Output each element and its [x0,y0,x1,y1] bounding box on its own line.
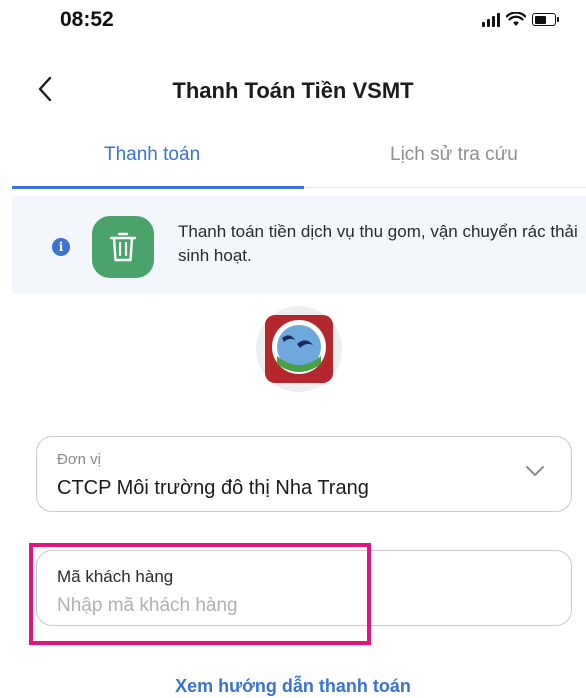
company-logo-emblem [265,315,333,383]
info-banner: i Thanh toán tiền dịch vụ thu gom, vận c… [12,196,586,294]
trash-tile [92,216,154,278]
info-icon: i [52,238,70,256]
trash-icon [109,232,137,262]
page-title: Thanh Toán Tiền VSMT [172,78,414,103]
tab-lookup-history[interactable]: Lịch sử tra cứu [390,144,518,166]
customer-code-field: Mã khách hàng [36,550,572,626]
status-bar: 08:52 [0,0,586,50]
active-tab-indicator [12,186,304,189]
tab-payment[interactable]: Thanh toán [104,144,200,166]
payment-guide-link[interactable]: Xem hướng dẫn thanh toán [0,676,586,697]
unit-value: CTCP Môi trường đô thị Nha Trang [57,477,369,499]
status-icons [482,12,559,27]
nav-bar: Thanh Toán Tiền VSMT [0,62,586,118]
customer-code-label: Mã khách hàng [57,567,174,586]
wifi-icon [506,12,526,26]
battery-icon [532,13,559,26]
banner-text: Thanh toán tiền dịch vụ thu gom, vận chu… [178,222,578,265]
company-logo [256,306,342,392]
tab-bar: Thanh toán Lịch sử tra cứu [12,134,586,189]
unit-label: Đơn vị [57,451,102,468]
customer-code-input[interactable] [57,593,547,619]
chevron-down-icon [526,466,544,476]
signal-icon [482,12,500,27]
unit-select[interactable]: Đơn vị CTCP Môi trường đô thị Nha Trang [36,436,572,512]
status-time: 08:52 [60,8,114,31]
